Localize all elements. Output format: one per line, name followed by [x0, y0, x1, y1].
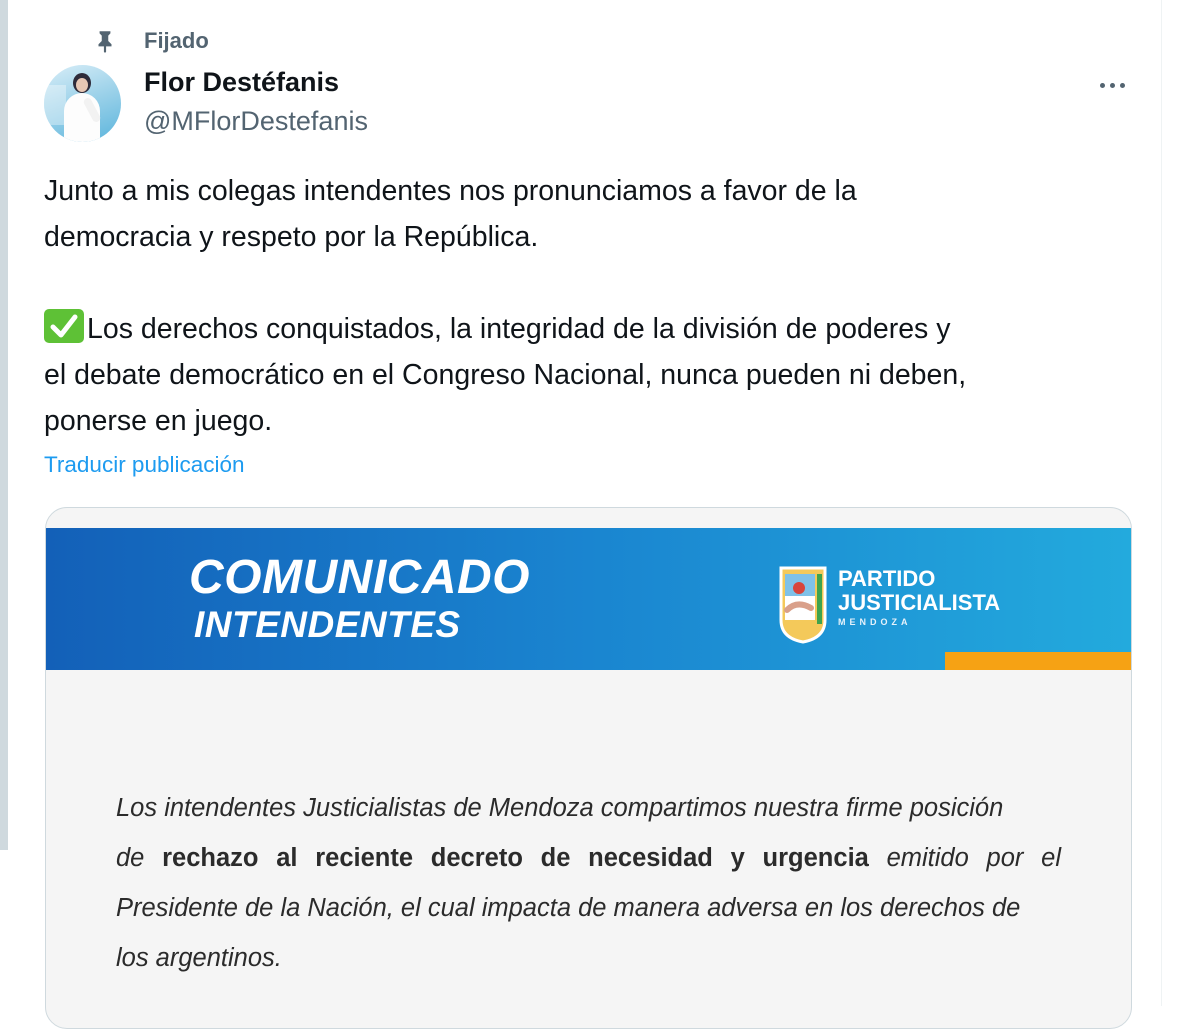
avatar[interactable] — [44, 65, 121, 142]
tweet-line: el debate democrático en el Congreso Nac… — [44, 359, 967, 391]
communique-banner: COMUNICADO INTENDENTES PARTIDO JUSTICIAL… — [46, 528, 1131, 670]
tweet-line: Junto a mis colegas intendentes nos pron… — [44, 175, 857, 207]
body-line: de rechazo al reciente decreto de necesi… — [116, 844, 1061, 872]
body-emphasis: rechazo al reciente decreto de necesidad… — [162, 844, 869, 872]
party-shield-icon — [779, 566, 827, 644]
tweet-line: ponerse en juego. — [44, 405, 273, 437]
party-name-line2: JUSTICIALISTA — [838, 590, 1001, 615]
party-name-line1: PARTIDO — [838, 566, 936, 591]
more-options-icon[interactable] — [1094, 70, 1130, 100]
media-attachment[interactable]: COMUNICADO INTENDENTES PARTIDO JUSTICIAL… — [45, 507, 1132, 1029]
body-line: Presidente de la Nación, el cual impacta… — [116, 894, 1021, 922]
author-handle[interactable]: @MFlorDestefanis — [144, 106, 368, 137]
pinned-indicator: Fijado — [92, 26, 209, 56]
banner-accent-bar — [945, 652, 1131, 670]
banner-title: COMUNICADO — [189, 551, 530, 604]
translate-link[interactable]: Traducir publicación — [44, 452, 245, 478]
pin-icon — [98, 31, 112, 53]
tweet-line-text: Los derechos conquistados, la integridad… — [87, 313, 951, 345]
body-line: Los intendentes Justicialistas de Mendoz… — [116, 794, 1004, 822]
right-gutter — [1162, 0, 1200, 1006]
check-mark-button-icon — [44, 309, 84, 343]
communique-body: Los intendentes Justicialistas de Mendoz… — [116, 783, 1061, 983]
tweet-line: Los derechos conquistados, la integridad… — [44, 306, 1144, 352]
tweet-text: Junto a mis colegas intendentes nos pron… — [44, 168, 1144, 444]
author-name[interactable]: Flor Destéfanis — [144, 67, 339, 98]
body-line: los argentinos. — [116, 944, 282, 972]
pinned-label: Fijado — [144, 28, 209, 53]
banner-subtitle: INTENDENTES — [194, 604, 461, 645]
party-name-line3: MENDOZA — [838, 617, 912, 627]
tweet-line: democracia y respeto por la República. — [44, 221, 539, 253]
left-scroll-edge — [0, 0, 8, 850]
